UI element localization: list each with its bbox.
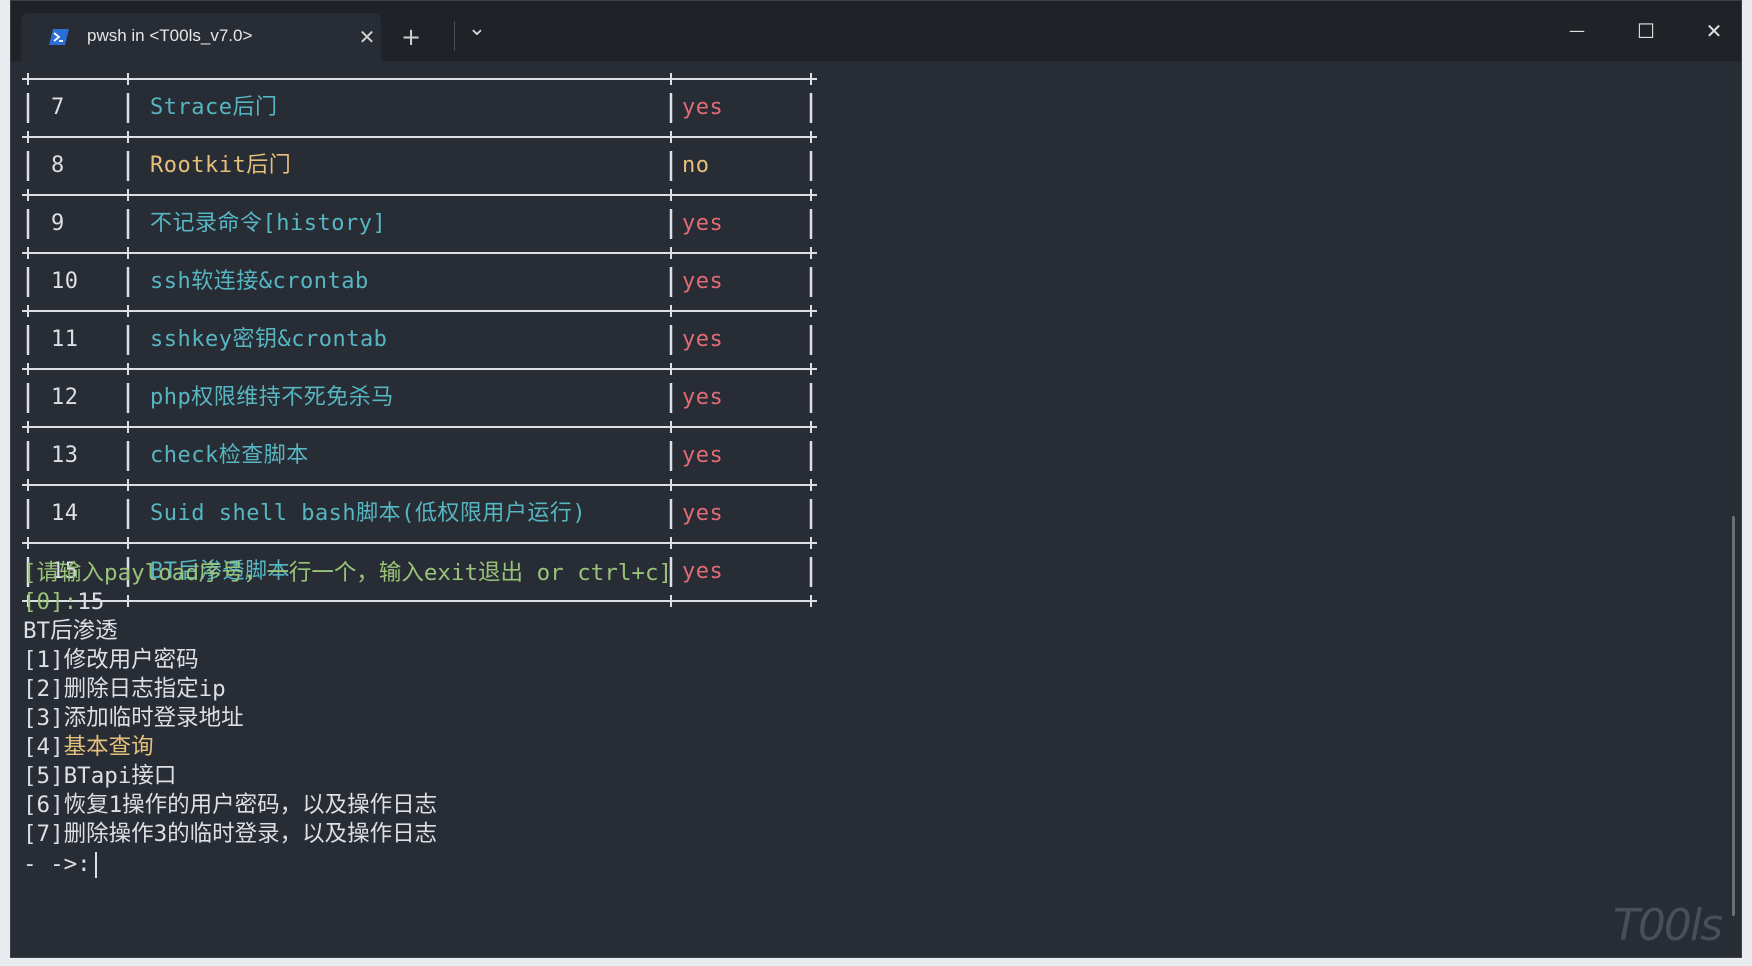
payload-prompt: [请输入payload序号，一行一个，输入exit退出 or ctrl+c] — [23, 560, 673, 586]
menu-item: [5]BTapi接口 — [23, 762, 176, 791]
menu-item: [6]恢复1操作的用户密码，以及操作日志 — [23, 791, 437, 820]
menu-item-label: 基本查询 — [63, 734, 154, 760]
close-tab-icon[interactable]: ✕ — [353, 23, 381, 51]
row-id: 11 — [51, 327, 79, 352]
menu-item-key: [2] — [23, 676, 64, 702]
menu-item-key: [3] — [23, 705, 64, 731]
menu-item-key: [7] — [23, 821, 64, 847]
command-prompt: - ->: — [23, 851, 91, 877]
menu-item-key: [4] — [23, 734, 64, 760]
row-id: 10 — [51, 269, 79, 294]
terminal-body[interactable]: 7 Strace后门 yes 8 Rootkit后门 no 9 不记录命令[history] y… — [11, 61, 1741, 957]
row-payload-name: Suid shell bash脚本(低权限用户运行) — [150, 501, 587, 526]
row-status: yes — [682, 501, 724, 526]
tab-title: pwsh in <T00ls_v7.0> — [87, 26, 253, 45]
input-line: [0]:15 — [23, 588, 104, 617]
row-id: 8 — [51, 153, 65, 178]
menu-item: [4]基本查询 — [23, 733, 154, 762]
minimize-button[interactable]: — — [1554, 13, 1600, 49]
row-id: 12 — [51, 385, 79, 410]
text-cursor — [94, 851, 97, 878]
menu-item-key: [5] — [23, 763, 64, 789]
watermark-logo: T00ls — [1612, 900, 1723, 951]
new-tab-button[interactable]: + — [393, 19, 429, 55]
tab-divider — [454, 21, 455, 51]
row-status: yes — [682, 269, 724, 294]
title-bar: pwsh in <T00ls_v7.0> ✕ + ⌄ — ☐ ✕ — [11, 1, 1741, 61]
powershell-icon — [49, 29, 69, 45]
row-payload-name: Strace后门 — [150, 95, 278, 120]
maximize-button[interactable]: ☐ — [1623, 13, 1669, 49]
row-payload-name: ssh软连接&crontab — [150, 269, 369, 294]
close-window-button[interactable]: ✕ — [1691, 13, 1737, 49]
row-status: yes — [682, 211, 724, 236]
input-value: 15 — [77, 589, 105, 615]
input-prefix: [0]: — [23, 589, 78, 615]
row-id: 9 — [51, 211, 65, 236]
menu-item: [1]修改用户密码 — [23, 646, 199, 675]
tab-dropdown-icon[interactable]: ⌄ — [459, 11, 495, 47]
menu-item-key: [1] — [23, 647, 64, 673]
row-payload-name: php权限维持不死免杀马 — [150, 385, 394, 410]
section-title: BT后渗透 — [23, 618, 118, 644]
row-payload-name: check检查脚本 — [150, 443, 309, 468]
tab-pwsh[interactable]: pwsh in <T00ls_v7.0> ✕ — [21, 13, 381, 61]
menu-item: [2]删除日志指定ip — [23, 675, 226, 704]
menu-item-label: BTapi接口 — [63, 763, 177, 789]
row-id: 7 — [51, 95, 65, 120]
row-payload-name: sshkey密钥&crontab — [150, 327, 388, 352]
row-status: yes — [682, 443, 724, 468]
menu-item-label: 添加临时登录地址 — [63, 705, 244, 731]
terminal-window: pwsh in <T00ls_v7.0> ✕ + ⌄ — ☐ ✕ 7 Strace… — [10, 0, 1742, 958]
row-status: yes — [682, 327, 724, 352]
row-payload-name: 不记录命令[history] — [150, 211, 387, 236]
row-payload-name: Rootkit后门 — [150, 153, 292, 178]
menu-item: [7]删除操作3的临时登录，以及操作日志 — [23, 820, 437, 849]
row-id: 13 — [51, 443, 79, 468]
menu-item: [3]添加临时登录地址 — [23, 704, 244, 733]
row-status: yes — [682, 385, 724, 410]
row-id: 14 — [51, 501, 79, 526]
menu-item-label: 删除操作3的临时登录，以及操作日志 — [63, 821, 438, 847]
row-status: yes — [682, 95, 724, 120]
menu-item-label: 恢复1操作的用户密码，以及操作日志 — [63, 792, 438, 818]
row-status: yes — [682, 559, 724, 584]
row-status: no — [682, 153, 710, 178]
menu-item-label: 删除日志指定ip — [63, 676, 226, 702]
command-prompt-line[interactable]: - ->: — [23, 850, 97, 879]
scrollbar[interactable] — [1732, 516, 1735, 916]
menu-item-label: 修改用户密码 — [63, 647, 199, 673]
menu-item-key: [6] — [23, 792, 64, 818]
